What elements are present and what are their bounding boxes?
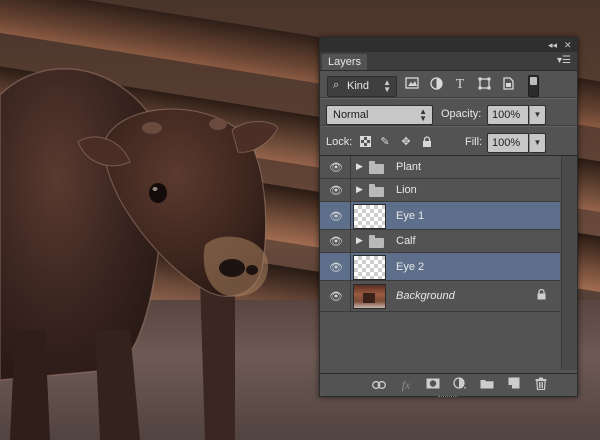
updown-arrow-icon: ▲ ▼ (419, 107, 427, 123)
opacity-label: Opacity: (441, 108, 482, 120)
fill-dropdown-button[interactable]: ▼ (529, 133, 546, 153)
type-filter-icon[interactable]: T (452, 77, 468, 93)
opacity-input[interactable]: 100% (487, 105, 529, 125)
folder-icon (369, 235, 384, 248)
layers-panel: ◂◂ ✕ Layers ▾☰ ⌕ Kind ▲ ▼ T Normal ▲ ▼ O… (319, 37, 578, 397)
eye-column-divider (350, 230, 351, 252)
tab-layers[interactable]: Layers (322, 54, 368, 70)
expand-triangle-icon[interactable]: ▶ (356, 235, 363, 246)
adjustment-filter-icon[interactable] (428, 77, 444, 93)
lock-row: Lock: ✎ ✥ Fill: 100% ▼ (320, 127, 577, 153)
calf-image (0, 68, 279, 440)
image-filter-icon[interactable] (404, 77, 420, 93)
resize-grip[interactable] (438, 396, 458, 400)
double-chevron-left-icon[interactable]: ◂◂ (548, 39, 557, 51)
eye-icon[interactable]: 👁 (326, 235, 346, 248)
shape-filter-icon[interactable] (476, 77, 492, 93)
eye-column-divider (350, 202, 351, 229)
lock-all-icon[interactable] (421, 136, 433, 148)
layer-name: Lion (396, 184, 417, 196)
eye-column-divider (350, 281, 351, 311)
smart-object-filter-icon[interactable] (500, 77, 516, 93)
filter-toggle[interactable] (528, 75, 539, 97)
tab-row: Layers ▾☰ (320, 52, 577, 71)
new-adjustment-layer-icon[interactable] (452, 377, 468, 393)
background-thumbnail (353, 284, 386, 309)
layer-list: 👁 ▶ Plant 👁 ▶ Lion 👁 Eye 1 👁 ▶ Calf 👁 Ey… (320, 155, 577, 371)
eye-column-divider (350, 179, 351, 201)
opacity-dropdown-button[interactable]: ▼ (529, 105, 546, 125)
transparent-thumbnail (353, 255, 386, 280)
lock-position-icon[interactable]: ✥ (400, 136, 412, 148)
fill-value: 100% (492, 137, 521, 149)
fill-input[interactable]: 100% (487, 133, 529, 153)
blend-row: Normal ▲ ▼ Opacity: 100% ▼ (320, 99, 577, 125)
kind-filter-select[interactable]: ⌕ Kind ▲ ▼ (327, 76, 397, 97)
padlock-icon (537, 288, 546, 303)
fx-icon[interactable]: fx (398, 377, 414, 393)
blend-mode-value: Normal (333, 109, 369, 121)
layer-row-calf[interactable]: 👁 ▶ Calf (320, 230, 560, 253)
layer-name: Plant (396, 161, 422, 173)
layer-name: Background (396, 290, 455, 302)
folder-icon (369, 184, 384, 197)
lock-transparent-pixels-icon[interactable] (359, 136, 371, 148)
kind-filter-label: Kind (347, 80, 370, 92)
transparent-thumbnail (353, 204, 386, 229)
opacity-value: 100% (492, 109, 521, 121)
delete-layer-icon[interactable] (533, 377, 549, 393)
lock-image-pixels-icon[interactable]: ✎ (379, 136, 391, 148)
layer-row-eye-2[interactable]: 👁 Eye 2 (320, 253, 560, 281)
layer-row-background[interactable]: 👁 Background (320, 281, 560, 312)
lock-label: Lock: (326, 136, 353, 148)
panel-titlebar: ◂◂ ✕ (320, 38, 577, 52)
layer-name: Eye 2 (396, 261, 425, 273)
expand-triangle-icon[interactable]: ▶ (356, 184, 363, 195)
eye-icon[interactable]: 👁 (326, 161, 346, 174)
blend-mode-select[interactable]: Normal ▲ ▼ (326, 105, 433, 125)
new-group-icon[interactable] (479, 377, 495, 393)
layer-name: Eye 1 (396, 210, 425, 222)
eye-icon[interactable]: 👁 (326, 210, 346, 223)
filter-row: ⌕ Kind ▲ ▼ T (320, 71, 577, 97)
new-layer-icon[interactable] (506, 377, 522, 393)
panel-bottom-bar: fx (320, 373, 577, 397)
eye-column-divider (350, 253, 351, 280)
search-icon: ⌕ (333, 79, 340, 91)
close-icon[interactable]: ✕ (564, 39, 572, 51)
updown-arrow-icon: ▲ ▼ (383, 78, 391, 94)
eye-icon[interactable]: 👁 (326, 184, 346, 197)
layer-row-eye-1[interactable]: 👁 Eye 1 (320, 202, 560, 230)
expand-triangle-icon[interactable]: ▶ (356, 161, 363, 172)
fill-label: Fill: (465, 136, 483, 148)
eye-icon[interactable]: 👁 (326, 261, 346, 274)
link-layers-icon[interactable] (371, 377, 387, 393)
layer-row-plant[interactable]: 👁 ▶ Plant (320, 156, 560, 179)
eye-icon[interactable]: 👁 (326, 290, 346, 303)
eye-column-divider (350, 156, 351, 178)
folder-icon (369, 161, 384, 174)
add-mask-icon[interactable] (425, 377, 441, 393)
layer-list-scrollbar[interactable] (561, 156, 577, 370)
layer-row-lion[interactable]: 👁 ▶ Lion (320, 179, 560, 202)
toggle-knob (530, 77, 537, 85)
panel-menu-icon[interactable]: ▾☰ (557, 55, 571, 67)
layer-name: Calf (396, 235, 416, 247)
